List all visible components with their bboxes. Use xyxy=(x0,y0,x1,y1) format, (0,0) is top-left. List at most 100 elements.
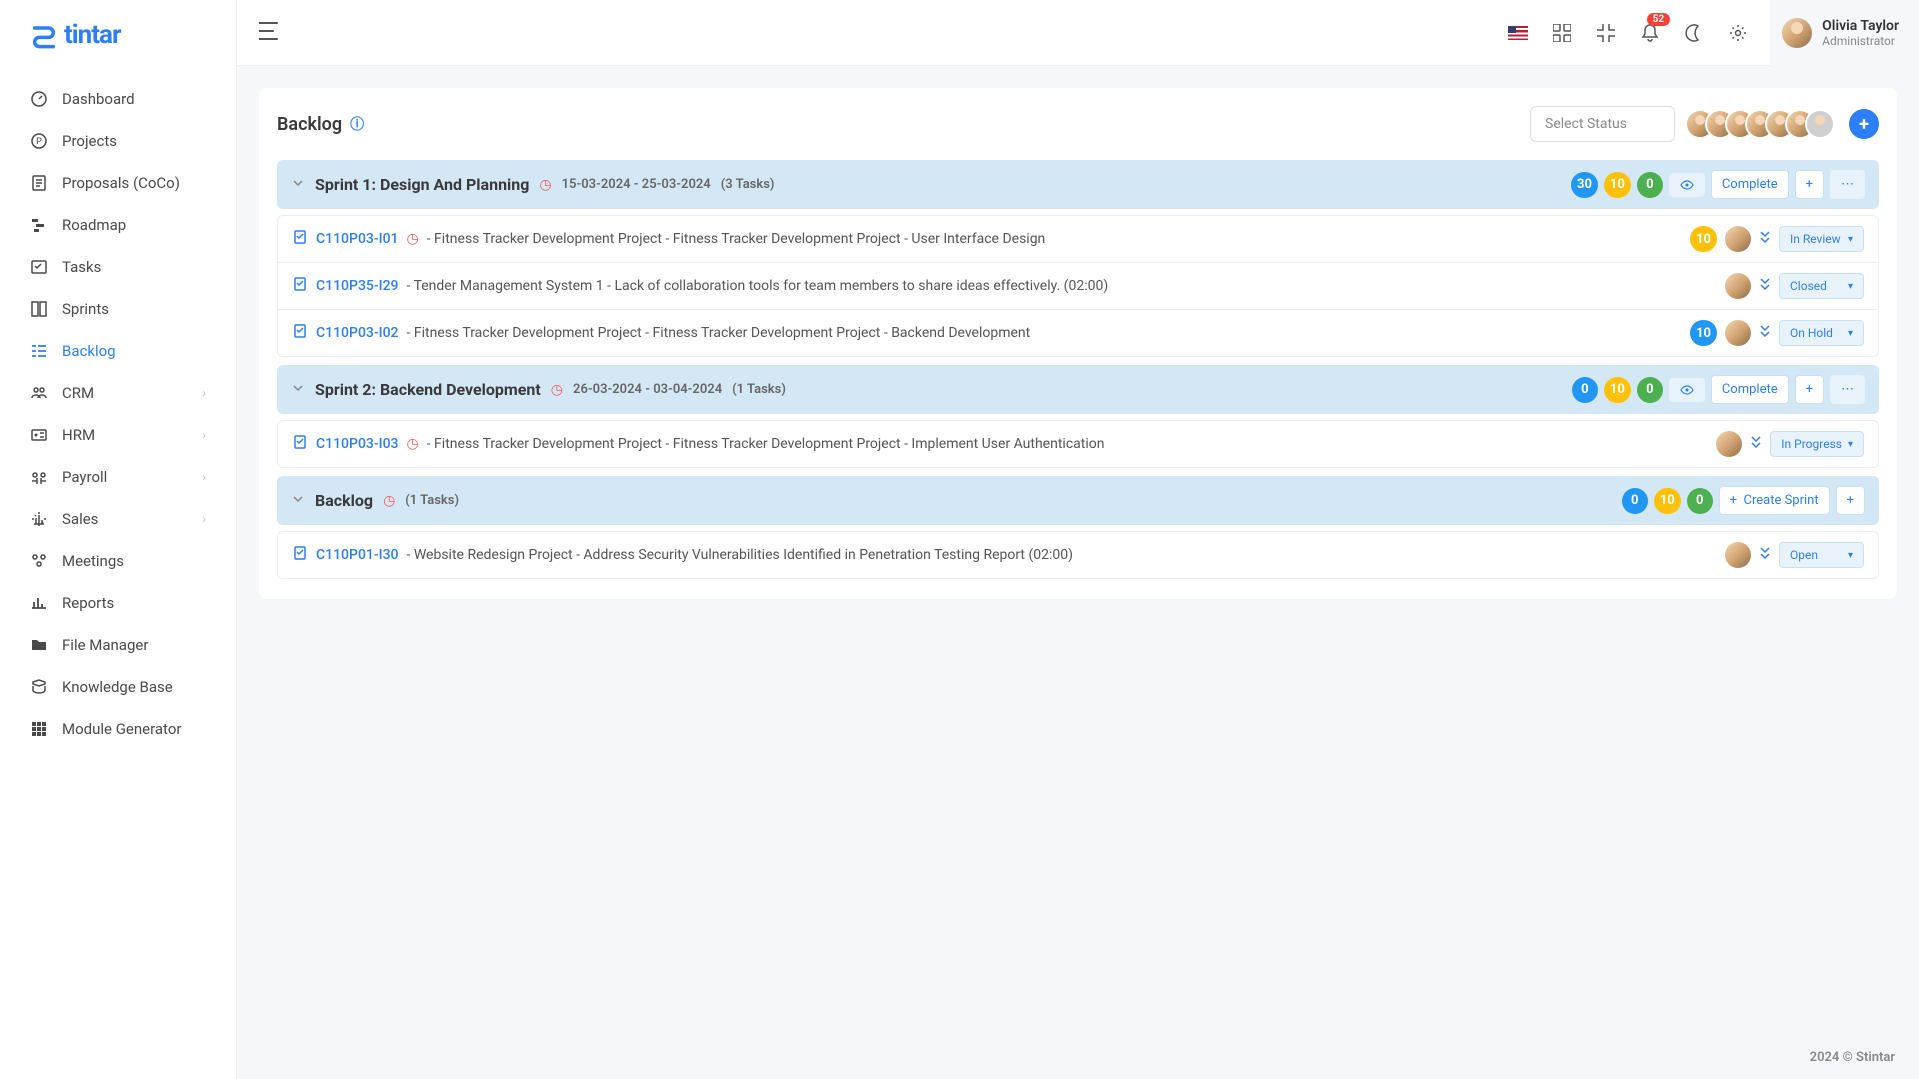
dashboard-icon xyxy=(30,90,48,108)
apps-icon[interactable] xyxy=(1550,21,1574,45)
assignee-avatar[interactable] xyxy=(1725,542,1751,568)
task-code[interactable]: C110P01-I30 xyxy=(316,547,399,563)
sidebar-item-dashboard[interactable]: Dashboard xyxy=(0,78,236,120)
add-task-button[interactable]: + xyxy=(1795,375,1824,404)
task-text: - Fitness Tracker Development Project - … xyxy=(427,436,1105,452)
task-list: C110P03-I01◷ - Fitness Tracker Developme… xyxy=(277,215,1879,357)
sidebar-item-roadmap[interactable]: Roadmap xyxy=(0,204,236,246)
page-title: Backlog xyxy=(277,114,342,135)
hamburger-icon[interactable] xyxy=(253,16,287,50)
status-dropdown[interactable]: Closed ▾ xyxy=(1779,273,1864,299)
assignee-avatar[interactable] xyxy=(1725,273,1751,299)
sprint-count: (1 Tasks) xyxy=(732,382,786,397)
payroll-icon xyxy=(30,468,48,486)
clipboard-icon xyxy=(292,434,308,454)
minimize-icon[interactable] xyxy=(1594,21,1618,45)
sidebar-item-backlog[interactable]: Backlog xyxy=(0,330,236,372)
sidebar-item-meetings[interactable]: Meetings xyxy=(0,540,236,582)
assignee-avatar[interactable] xyxy=(1725,320,1751,346)
sidebar-item-sales[interactable]: Sales› xyxy=(0,498,236,540)
assignee-avatar[interactable] xyxy=(1725,226,1751,252)
sidebar-item-filemgr[interactable]: File Manager xyxy=(0,624,236,666)
sidebar-item-label: Sprints xyxy=(62,300,109,318)
sidebar-item-kb[interactable]: Knowledge Base xyxy=(0,666,236,708)
sidebar-item-label: Projects xyxy=(62,132,117,150)
notif-badge: 52 xyxy=(1647,13,1670,26)
expand-icon[interactable] xyxy=(1759,546,1771,564)
sidebar-item-label: Meetings xyxy=(62,552,124,570)
gear-icon[interactable] xyxy=(1726,21,1750,45)
add-task-button[interactable]: + xyxy=(1836,486,1865,515)
expand-icon[interactable] xyxy=(1759,230,1771,248)
view-button[interactable] xyxy=(1669,173,1705,197)
expand-icon[interactable] xyxy=(1759,324,1771,342)
task-text: - Fitness Tracker Development Project - … xyxy=(427,231,1046,247)
hrm-icon xyxy=(30,426,48,444)
pill-yellow: 10 xyxy=(1604,377,1631,403)
moon-icon[interactable] xyxy=(1682,21,1706,45)
status-dropdown[interactable]: In Review ▾ xyxy=(1779,226,1864,252)
clipboard-icon xyxy=(292,276,308,296)
view-button[interactable] xyxy=(1669,378,1705,402)
sidebar-item-label: Roadmap xyxy=(62,216,126,234)
info-icon[interactable]: ⓘ xyxy=(350,114,364,134)
logo[interactable]: tintar xyxy=(0,0,236,70)
task-code[interactable]: C110P03-I03 xyxy=(316,436,399,452)
clock-icon: ◷ xyxy=(539,177,551,193)
chevron-down-icon[interactable] xyxy=(291,380,305,399)
projects-icon: P xyxy=(30,132,48,150)
crm-icon xyxy=(30,384,48,402)
complete-button[interactable]: Complete xyxy=(1711,170,1789,199)
expand-icon[interactable] xyxy=(1759,277,1771,295)
sprints-icon xyxy=(30,300,48,318)
sidebar-item-projects[interactable]: P Projects xyxy=(0,120,236,162)
complete-button[interactable]: Complete xyxy=(1711,375,1789,404)
more-button[interactable]: ⋯ xyxy=(1830,375,1865,404)
lang-flag-icon[interactable] xyxy=(1506,21,1530,45)
clock-icon: ◷ xyxy=(407,436,419,452)
more-button[interactable]: ⋯ xyxy=(1830,170,1865,199)
clipboard-icon xyxy=(292,323,308,343)
assignee-avatar[interactable] xyxy=(1716,431,1742,457)
user-role: Administrator xyxy=(1822,34,1899,48)
task-code[interactable]: C110P35-I29 xyxy=(316,278,399,294)
sidebar-item-crm[interactable]: CRM› xyxy=(0,372,236,414)
add-task-button[interactable]: + xyxy=(1795,170,1824,199)
sidebar-item-proposals[interactable]: Proposals (CoCo) xyxy=(0,162,236,204)
sidebar-item-modgen[interactable]: Module Generator xyxy=(0,708,236,750)
avatar-stack[interactable] xyxy=(1685,109,1835,139)
task-code[interactable]: C110P03-I02 xyxy=(316,325,399,341)
task-list: C110P03-I03 ◷ - Fitness Tracker Developme… xyxy=(277,420,1879,468)
chevron-down-icon[interactable] xyxy=(291,175,305,194)
create-sprint-button[interactable]: + Create Sprint xyxy=(1719,486,1830,515)
pill-green: 0 xyxy=(1637,172,1663,198)
status-dropdown[interactable]: On Hold ▾ xyxy=(1779,320,1864,346)
select-status[interactable]: Select Status xyxy=(1530,106,1675,142)
pill-green: 0 xyxy=(1637,377,1663,403)
sprint-title: Sprint 2: Backend Development xyxy=(315,380,541,399)
chevron-down-icon[interactable] xyxy=(291,491,305,510)
task-row: C110P35-I29 - Tender Management System 1… xyxy=(278,263,1878,310)
reports-icon xyxy=(30,594,48,612)
backlog-card: Backlog ⓘ Select Status + Sprint 1: Desi… xyxy=(259,88,1897,599)
kb-icon xyxy=(30,678,48,696)
sidebar-item-sprints[interactable]: Sprints xyxy=(0,288,236,330)
status-dropdown[interactable]: Open ▾ xyxy=(1779,542,1864,568)
add-member-button[interactable]: + xyxy=(1849,109,1879,139)
sidebar-item-label: HRM xyxy=(62,426,95,444)
user-box[interactable]: Olivia Taylor Administrator xyxy=(1770,0,1919,66)
expand-icon[interactable] xyxy=(1750,435,1762,453)
sprint-header: Sprint 2: Backend Development ◷ 26-03-2024… xyxy=(277,365,1879,414)
sidebar-item-tasks[interactable]: Tasks xyxy=(0,246,236,288)
sidebar-item-hrm[interactable]: HRM› xyxy=(0,414,236,456)
sidebar-item-label: Payroll xyxy=(62,468,107,486)
bell-icon[interactable]: 52 xyxy=(1638,21,1662,45)
sidebar-item-reports[interactable]: Reports xyxy=(0,582,236,624)
sprint-title: Sprint 1: Design And Planning xyxy=(315,175,529,194)
status-dropdown[interactable]: In Progress ▾ xyxy=(1770,431,1864,457)
clock-icon: ◷ xyxy=(551,382,563,398)
sprint-dates: 26-03-2024 - 03-04-2024 xyxy=(573,382,722,397)
task-code[interactable]: C110P03-I01 xyxy=(316,231,399,247)
pill-yellow: 10 xyxy=(1654,488,1681,514)
sidebar-item-payroll[interactable]: Payroll› xyxy=(0,456,236,498)
